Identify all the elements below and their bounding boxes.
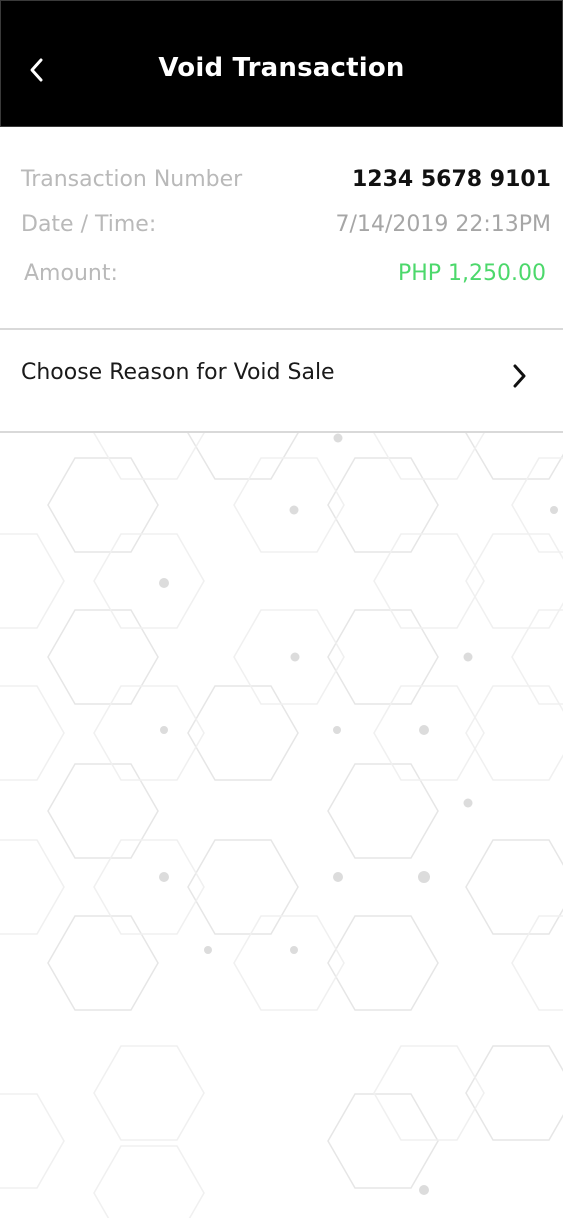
- datetime-label: Date / Time:: [21, 211, 157, 237]
- hexagon-background-pattern: [0, 433, 563, 1218]
- choose-reason-label: Choose Reason for Void Sale: [21, 360, 335, 385]
- choose-reason-button[interactable]: Choose Reason for Void Sale: [0, 330, 563, 431]
- amount-row: Amount: PHP 1,250.00: [24, 256, 546, 290]
- page-title: Void Transaction: [158, 53, 405, 83]
- void-transaction-screen: Void Transaction Transaction Number 1234…: [0, 0, 563, 1218]
- transaction-number-row: Transaction Number 1234 5678 9101: [21, 162, 551, 196]
- amount-value: PHP 1,250.00: [397, 260, 546, 286]
- transaction-number-label: Transaction Number: [21, 166, 243, 192]
- datetime-value: 7/14/2019 22:13PM: [335, 211, 551, 237]
- amount-label: Amount:: [24, 260, 118, 286]
- chevron-right-icon: [513, 364, 526, 388]
- transaction-number-value: 1234 5678 9101: [351, 166, 551, 192]
- transaction-details: Transaction Number 1234 5678 9101 Date /…: [0, 127, 563, 328]
- datetime-row: Date / Time: 7/14/2019 22:13PM: [21, 207, 551, 241]
- app-header: Void Transaction: [0, 0, 563, 127]
